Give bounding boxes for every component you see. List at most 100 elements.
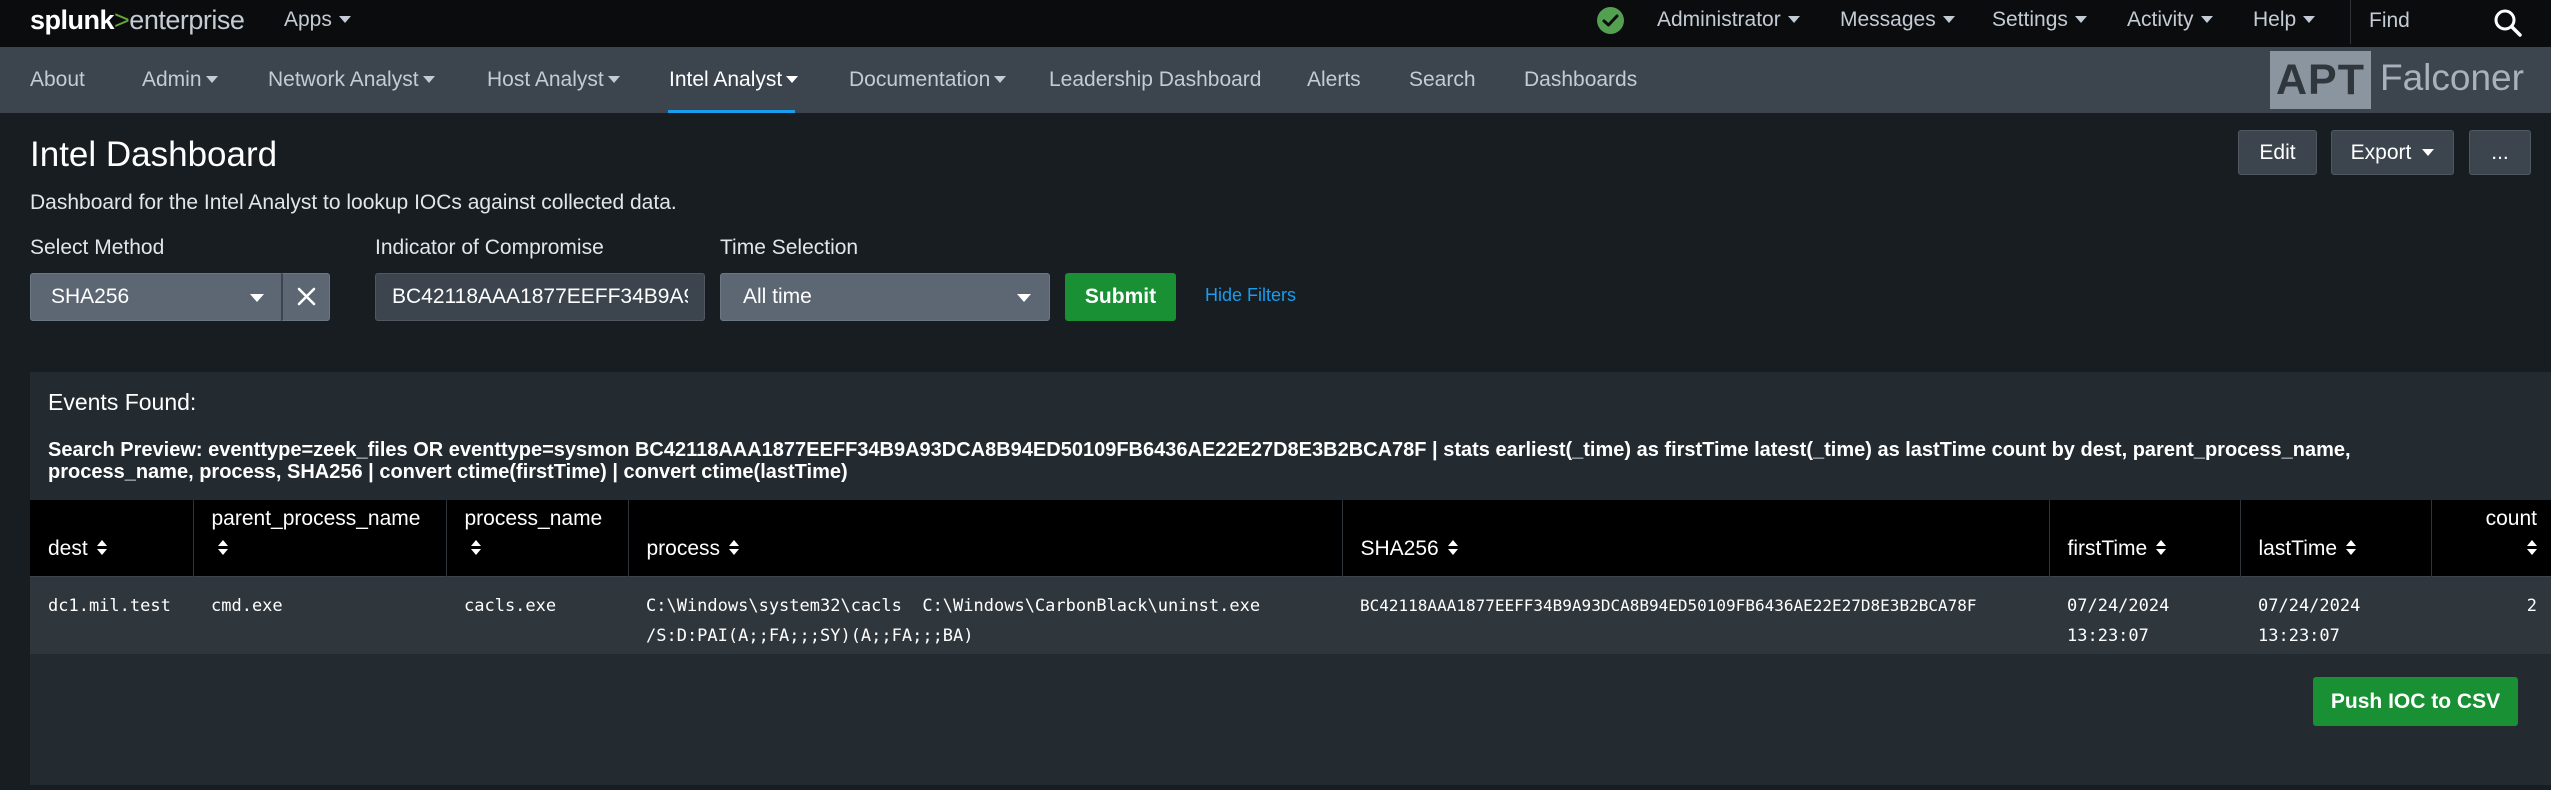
ioc-label: Indicator of Compromise: [375, 236, 604, 259]
cell-sha256[interactable]: BC42118AAA1877EEFF34B9A93DCA8B94ED50109F…: [1342, 575, 2049, 654]
sort-icon: [217, 539, 228, 556]
check-circle-icon[interactable]: [1597, 7, 1624, 34]
administrator-menu-label: Administrator: [1657, 8, 1781, 31]
help-menu-label: Help: [2253, 8, 2297, 31]
cell-last-time[interactable]: 07/24/2024 13:23:07: [2240, 575, 2431, 654]
column-header-label: parent_process_name: [211, 506, 421, 530]
column-header-process[interactable]: process: [628, 500, 1343, 576]
edit-button[interactable]: Edit: [2238, 130, 2317, 175]
settings-menu-label: Settings: [1992, 8, 2068, 31]
export-button-label: Export: [2350, 141, 2412, 164]
logo-part-2: >: [114, 5, 130, 35]
nav-host-analyst-label: Host Analyst: [487, 68, 604, 91]
sort-icon: [1447, 539, 1458, 556]
close-icon: [297, 287, 316, 306]
nav-about-label: About: [30, 68, 85, 91]
splunk-logo[interactable]: splunk>enterprise: [30, 5, 245, 36]
nav-admin[interactable]: Admin: [142, 68, 218, 92]
ioc-input[interactable]: [375, 273, 705, 321]
column-header-last-time[interactable]: lastTime: [2240, 500, 2432, 576]
active-tab-indicator: [668, 110, 795, 113]
chevron-down-icon: [338, 16, 351, 23]
chevron-down-icon: [1942, 16, 1955, 23]
cell-count[interactable]: 2: [2431, 575, 2551, 654]
panel-title: Events Found:: [48, 389, 197, 415]
chevron-down-icon: [205, 76, 218, 83]
time-selection-label: Time Selection: [720, 236, 859, 259]
messages-menu-label: Messages: [1840, 8, 1936, 31]
nav-alerts-label: Alerts: [1307, 68, 1361, 91]
apps-menu-label: Apps: [284, 8, 332, 31]
time-select[interactable]: All time: [720, 273, 1050, 321]
find-label: Find: [2369, 9, 2410, 32]
chevron-down-icon: [1017, 294, 1031, 302]
method-select[interactable]: SHA256: [30, 273, 283, 321]
nav-search-label: Search: [1409, 68, 1476, 91]
select-method-label: Select Method: [30, 236, 165, 259]
chevron-down-icon: [2200, 16, 2213, 23]
app-nav-bar: About Admin Network Analyst Host Analyst…: [0, 47, 2551, 113]
push-ioc-to-csv-button[interactable]: Push IOC to CSV: [2313, 677, 2518, 726]
nav-documentation-label: Documentation: [849, 68, 991, 91]
nav-documentation[interactable]: Documentation: [849, 68, 1007, 92]
column-header-label: lastTime: [2258, 536, 2338, 560]
activity-menu-label: Activity: [2127, 8, 2194, 31]
submit-button[interactable]: Submit: [1065, 273, 1176, 321]
find-box[interactable]: Find: [2350, 0, 2551, 44]
nav-host-analyst[interactable]: Host Analyst: [487, 68, 620, 92]
clear-method-button[interactable]: [281, 273, 330, 321]
logo-part-3: enterprise: [129, 5, 245, 35]
cell-dest[interactable]: dc1.mil.test: [30, 575, 193, 654]
more-actions-button[interactable]: ...: [2469, 130, 2531, 175]
column-header-parent-process-name[interactable]: parent_process_name: [193, 500, 447, 576]
chevron-down-icon: [2303, 16, 2316, 23]
column-header-label: count: [2485, 506, 2537, 530]
method-select-value: SHA256: [51, 285, 130, 308]
column-header-label: dest: [48, 536, 88, 560]
chevron-down-icon: [422, 76, 435, 83]
cell-parent-process-name[interactable]: cmd.exe: [193, 575, 446, 654]
nav-dashboards[interactable]: Dashboards: [1524, 68, 1637, 92]
column-header-label: process: [646, 536, 721, 560]
column-header-dest[interactable]: dest: [30, 500, 194, 576]
column-header-sha256[interactable]: SHA256: [1342, 500, 2050, 576]
hide-filters-link[interactable]: Hide Filters: [1205, 285, 1296, 306]
help-menu[interactable]: Help: [2253, 8, 2316, 32]
sort-icon: [2346, 539, 2357, 556]
chevron-down-icon: [250, 294, 264, 302]
sort-icon: [470, 539, 481, 556]
column-header-count[interactable]: count: [2431, 500, 2551, 576]
cell-process-name[interactable]: cacls.exe: [446, 575, 628, 654]
sort-icon: [2156, 539, 2167, 556]
sort-icon: [729, 539, 740, 556]
chevron-down-icon: [994, 76, 1007, 83]
column-header-label: process_name: [464, 506, 603, 530]
export-button[interactable]: Export: [2331, 130, 2454, 175]
column-header-first-time[interactable]: firstTime: [2049, 500, 2241, 576]
time-select-value: All time: [743, 285, 812, 308]
nav-intel-analyst-label: Intel Analyst: [669, 68, 783, 91]
table-row[interactable]: dc1.mil.test cmd.exe cacls.exe C:\Window…: [30, 575, 2551, 654]
nav-network-analyst-label: Network Analyst: [268, 68, 419, 91]
top-bar: splunk>enterprise Apps Administrator Mes…: [0, 0, 2551, 47]
apps-menu[interactable]: Apps: [284, 8, 351, 32]
nav-about[interactable]: About: [30, 68, 85, 92]
cell-process[interactable]: C:\Windows\system32\cacls C:\Windows\Car…: [628, 575, 1342, 654]
brand-apt: APT: [2270, 51, 2371, 109]
messages-menu[interactable]: Messages: [1840, 8, 1955, 32]
search-icon[interactable]: [2491, 6, 2525, 40]
page-title: Intel Dashboard: [30, 135, 278, 174]
column-header-process-name[interactable]: process_name: [446, 500, 629, 576]
nav-network-analyst[interactable]: Network Analyst: [268, 68, 435, 92]
nav-search[interactable]: Search: [1409, 68, 1476, 92]
settings-menu[interactable]: Settings: [1992, 8, 2087, 32]
nav-alerts[interactable]: Alerts: [1307, 68, 1361, 92]
cell-first-time[interactable]: 07/24/2024 13:23:07: [2049, 575, 2240, 654]
more-actions-label: ...: [2491, 141, 2509, 164]
nav-intel-analyst[interactable]: Intel Analyst: [669, 68, 799, 92]
search-preview: Search Preview: eventtype=zeek_files OR …: [48, 439, 2351, 483]
chevron-down-icon: [2074, 16, 2087, 23]
administrator-menu[interactable]: Administrator: [1657, 8, 1800, 32]
nav-leadership-dashboard[interactable]: Leadership Dashboard: [1049, 68, 1261, 92]
activity-menu[interactable]: Activity: [2127, 8, 2213, 32]
